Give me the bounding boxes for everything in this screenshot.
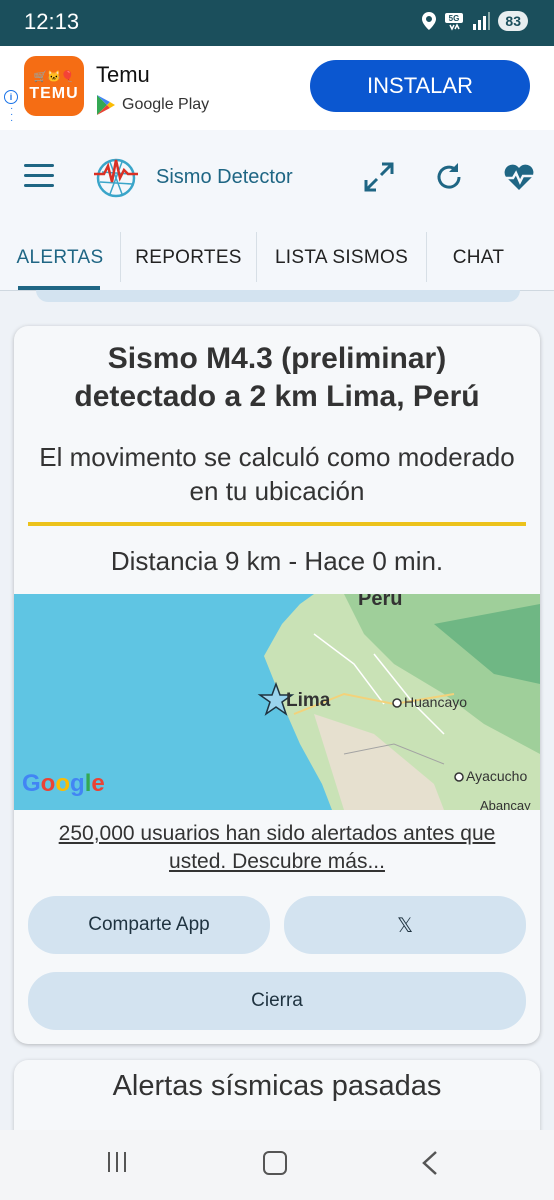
menu-icon[interactable] — [24, 164, 54, 188]
tab-bar: ALERTAS REPORTES LISTA SISMOS CHAT — [0, 226, 554, 291]
ad-menu-icon[interactable]: · · · — [10, 104, 13, 126]
map-label-peru: Perú — [358, 594, 403, 610]
intensity-line — [28, 522, 526, 526]
tab-divider — [120, 232, 121, 282]
tab-lista-sismos[interactable]: LISTA SISMOS — [257, 226, 426, 290]
map-label-abancay: Abancay — [480, 798, 531, 810]
status-bar: 12:13 5G 83 — [0, 0, 554, 46]
map-label-lima: Lima — [286, 690, 331, 711]
location-icon — [422, 12, 437, 30]
tab-chat[interactable]: CHAT — [427, 226, 530, 290]
alert-card: Sismo M4.3 (preliminar) detectado a 2 km… — [14, 326, 540, 1044]
share-app-button[interactable]: Comparte App — [28, 896, 270, 954]
app-title: Sismo Detector — [156, 166, 293, 188]
alert-distance: Distancia 9 km - Hace 0 min. — [110, 546, 444, 576]
status-time: 12:13 — [24, 9, 80, 34]
x-share-button[interactable]: 𝕏 — [284, 896, 526, 954]
google-logo: Google — [22, 770, 105, 797]
recent-apps-icon[interactable] — [108, 1152, 132, 1172]
ad-info-icon[interactable]: i — [4, 90, 18, 104]
fullscreen-icon[interactable] — [362, 160, 396, 194]
tab-reportes[interactable]: REPORTES — [121, 226, 256, 290]
ad-store-label: Google Play — [122, 96, 210, 113]
alert-title: Sismo M4.3 (preliminar) detectado a 2 km… — [74, 342, 480, 413]
ad-store: Google Play — [96, 94, 209, 116]
close-button[interactable]: Cierra — [28, 972, 526, 1030]
users-alerted-link[interactable]: 250,000 usuarios han sido alertados ante… — [34, 820, 520, 876]
refresh-icon[interactable] — [432, 160, 466, 194]
alert-subtitle: El movimento se calculó como moderado en… — [39, 442, 515, 506]
tab-alertas[interactable]: ALERTAS — [0, 226, 120, 290]
heart-pulse-icon[interactable] — [502, 160, 536, 194]
epicenter-map[interactable]: Perú Lima Huancayo Ayacucho Abancay Goog… — [14, 594, 540, 810]
tab-divider — [426, 232, 427, 282]
temu-logo-text: TEMU — [29, 85, 79, 102]
install-button[interactable]: INSTALAR — [310, 60, 530, 112]
5g-icon: 5G — [445, 13, 464, 31]
temu-logo-icons: 🛒🐱🎈 — [33, 71, 75, 83]
past-alerts-title: Alertas sísmicas pasadas — [112, 1070, 442, 1102]
system-nav-bar — [0, 1130, 554, 1200]
battery-indicator: 83 — [498, 11, 528, 31]
previous-card-edge — [36, 290, 520, 302]
ad-title[interactable]: Temu — [96, 62, 150, 88]
tab-divider — [256, 232, 257, 282]
signal-icon — [473, 12, 491, 30]
map-label-ayacucho: Ayacucho — [466, 768, 528, 784]
home-icon[interactable] — [263, 1151, 287, 1175]
app-header: Sismo Detector — [0, 130, 554, 226]
temu-logo[interactable]: 🛒🐱🎈 TEMU — [24, 56, 84, 116]
app-logo-icon — [94, 158, 138, 198]
map-label-huancayo: Huancayo — [404, 694, 468, 710]
back-icon[interactable] — [420, 1150, 440, 1176]
google-play-icon — [97, 95, 115, 115]
svg-text:5G: 5G — [449, 14, 460, 23]
ad-banner[interactable]: 🛒🐱🎈 TEMU i · · · Temu Google Play INSTALAR — [0, 46, 554, 130]
status-icons: 5G 83 — [422, 11, 528, 31]
